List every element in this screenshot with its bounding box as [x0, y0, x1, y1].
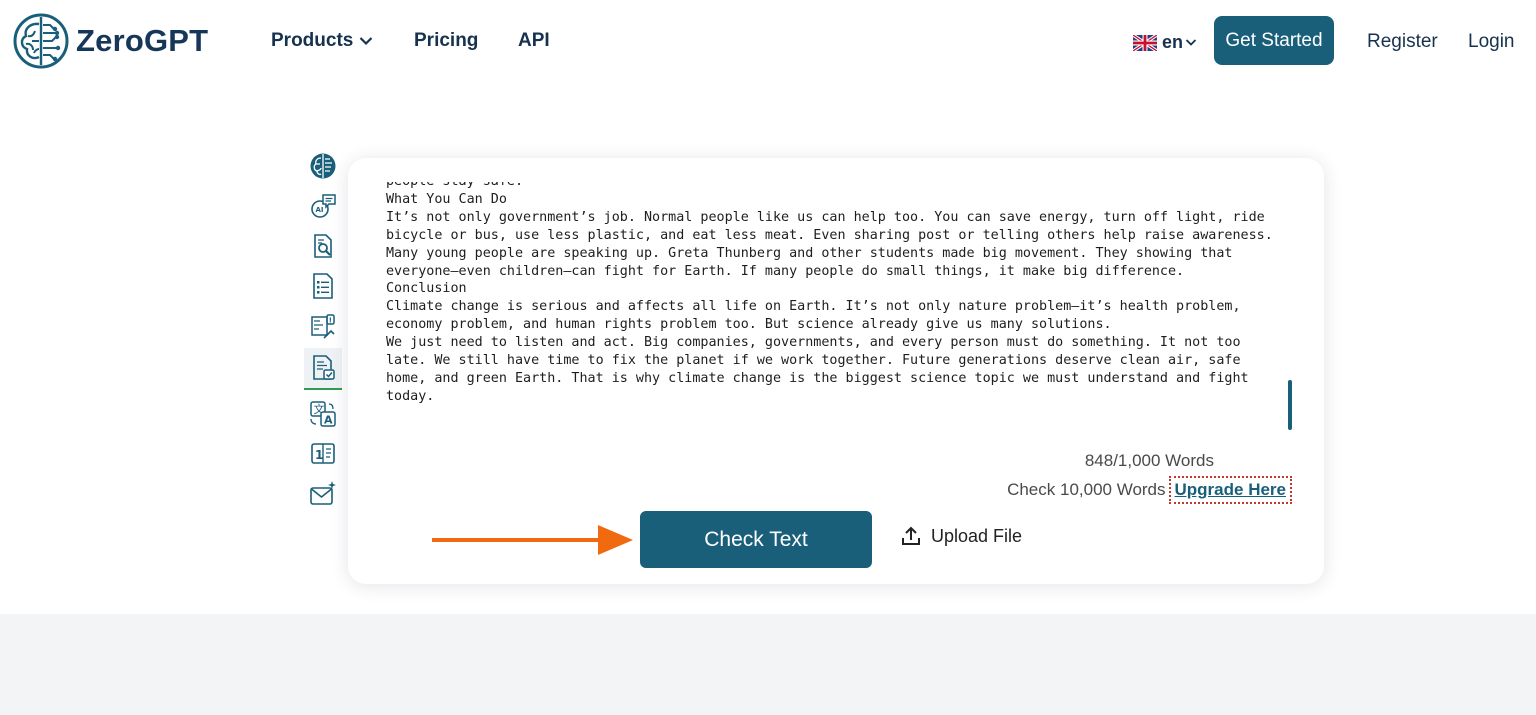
- text-line: It’s not only government’s job. Normal p…: [386, 209, 1265, 225]
- login-link[interactable]: Login: [1468, 31, 1515, 53]
- text-line: What You Can Do: [386, 191, 507, 207]
- text-line: bicycle or bus, use less plastic, and ea…: [386, 227, 1273, 243]
- register-link[interactable]: Register: [1367, 31, 1438, 53]
- svg-text:1: 1: [315, 448, 323, 462]
- upload-file-label: Upload File: [931, 525, 1023, 546]
- brand-logo[interactable]: ZeroGPT: [12, 12, 208, 70]
- chevron-down-icon: [360, 37, 373, 46]
- tool-summarizer[interactable]: [304, 268, 342, 304]
- tool-email-writer[interactable]: [304, 476, 342, 512]
- tool-grammar[interactable]: !: [304, 308, 342, 344]
- tool-ai-detector[interactable]: [304, 148, 342, 184]
- tool-plagiarism[interactable]: [304, 228, 342, 264]
- check-text-button[interactable]: Check Text: [640, 511, 872, 568]
- text-line: today.: [386, 388, 435, 404]
- nav-api[interactable]: API: [518, 30, 550, 52]
- tool-text-check[interactable]: [304, 348, 342, 390]
- text-line: late. We still have time to fix the plan…: [386, 353, 1241, 369]
- nav-products[interactable]: Products: [271, 30, 373, 52]
- text-line: economy problem, and human rights proble…: [386, 317, 1112, 333]
- upgrade-row: Check 10,000 Words Upgrade Here: [1007, 476, 1292, 504]
- tool-ai-chat[interactable]: AI: [304, 188, 342, 224]
- text-input-area[interactable]: people stay safe. What You Can Do It’s n…: [386, 182, 1286, 438]
- get-started-button[interactable]: Get Started: [1214, 16, 1334, 65]
- text-line: people stay safe.: [386, 182, 1286, 191]
- ai-chat-icon: AI: [311, 194, 336, 218]
- site-header: ZeroGPT Products Pricing API en Get Star…: [0, 0, 1536, 84]
- upgrade-link[interactable]: Upgrade Here: [1168, 476, 1292, 504]
- grammar-check-icon: !: [311, 314, 335, 339]
- nav-pricing[interactable]: Pricing: [414, 30, 478, 52]
- svg-text:AI: AI: [316, 206, 324, 214]
- nav-products-label: Products: [271, 30, 354, 51]
- email-sparkle-icon: [310, 481, 336, 505]
- word-counter-icon: 1: [311, 443, 335, 464]
- translate-icon: 文 A: [310, 401, 336, 427]
- text-line: Conclusion: [386, 281, 467, 297]
- tool-translator[interactable]: 文 A: [304, 396, 342, 432]
- word-count: 848/1,000 Words: [1084, 451, 1214, 470]
- upload-file-button[interactable]: Upload File: [900, 525, 1022, 547]
- text-scrollbar[interactable]: [1288, 380, 1292, 430]
- brain-logo-icon: [13, 13, 69, 69]
- document-list-icon: [313, 273, 333, 299]
- document-search-icon: [314, 234, 332, 258]
- text-line: Climate change is serious and affects al…: [386, 299, 1241, 315]
- tool-sidebar: AI ! 文 A 1: [304, 146, 342, 514]
- text-line: everyone—even children—can fight for Ear…: [386, 263, 1185, 279]
- tool-word-counter[interactable]: 1: [304, 436, 342, 472]
- text-line: home, and green Earth. That is why clima…: [386, 370, 1249, 386]
- uk-flag-icon: [1133, 34, 1157, 51]
- upgrade-prefix: Check 10,000 Words: [1007, 480, 1166, 499]
- document-check-icon: [313, 355, 335, 380]
- orange-arrow-icon: [432, 525, 633, 555]
- chevron-down-icon: [1185, 39, 1197, 46]
- svg-text:A: A: [324, 414, 333, 427]
- page-footer-band: [0, 614, 1536, 715]
- brand-name: ZeroGPT: [76, 23, 209, 58]
- text-checker-card: people stay safe. What You Can Do It’s n…: [348, 158, 1324, 584]
- brain-icon: [310, 153, 336, 179]
- svg-text:!: !: [329, 317, 332, 325]
- text-line: Many young people are speaking up. Greta…: [386, 245, 1233, 261]
- upload-icon: [902, 526, 920, 545]
- language-label: en: [1162, 32, 1184, 52]
- text-line: We just need to listen and act. Big comp…: [386, 335, 1241, 351]
- text-content: people stay safe. What You Can Do It’s n…: [386, 182, 1286, 406]
- language-selector[interactable]: en: [1133, 32, 1197, 53]
